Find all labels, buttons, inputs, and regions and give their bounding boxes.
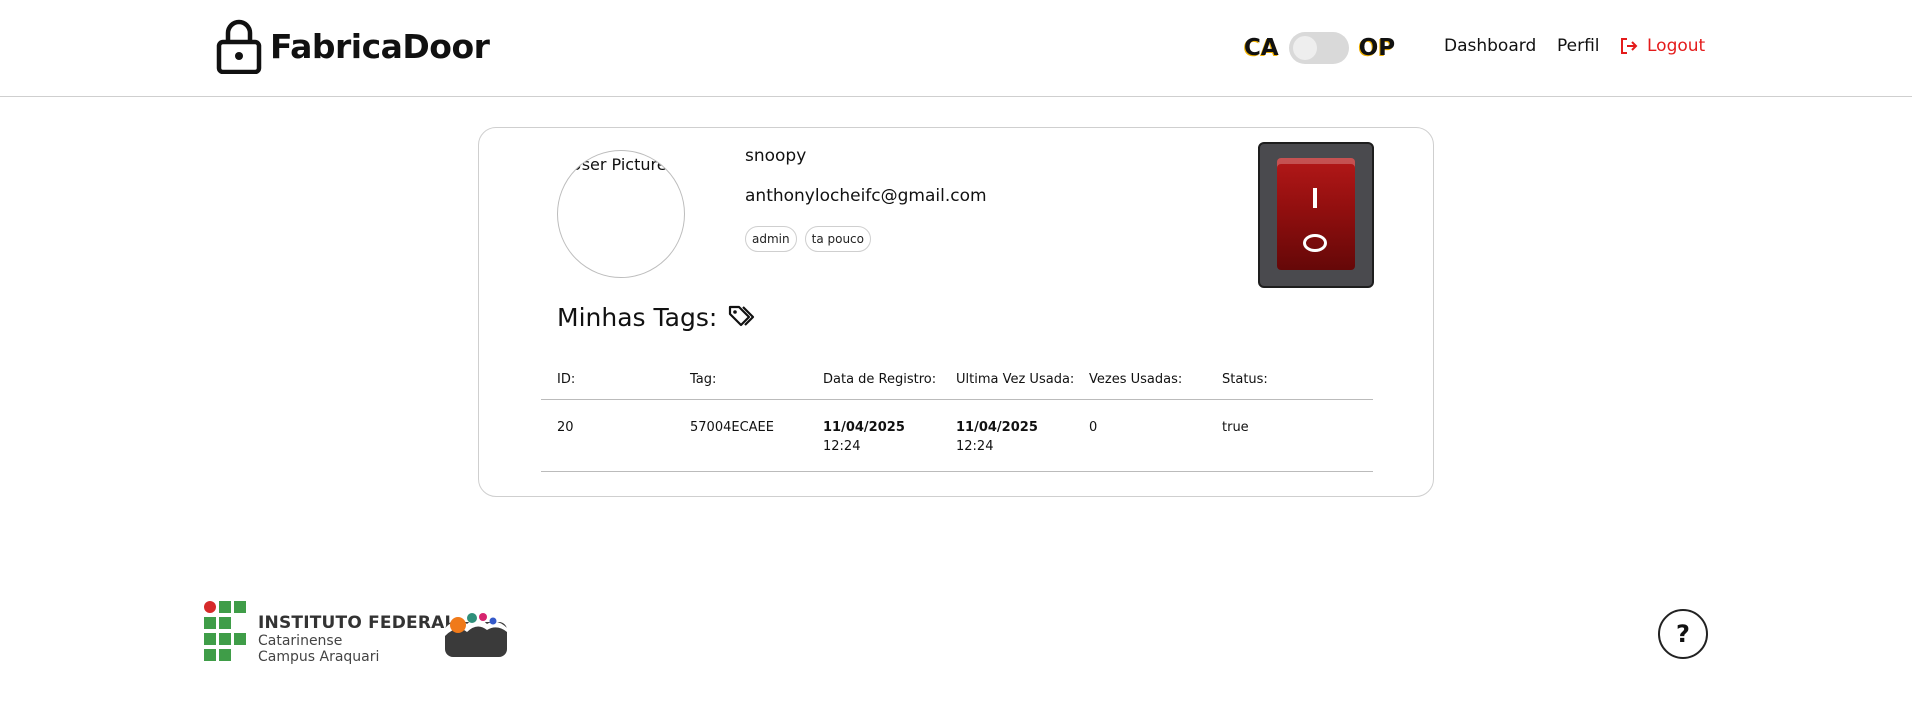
- cell-status: true: [1222, 420, 1249, 435]
- cell-registered: 11/04/2025 12:24: [823, 420, 905, 454]
- table-row: 20 57004ECAEE 11/04/2025 12:24 11/04/202…: [541, 400, 1373, 472]
- toggle-knob: [1292, 36, 1317, 60]
- tags-table: ID: Tag: Data de Registro: Ultima Vez Us…: [541, 358, 1373, 472]
- col-id: ID:: [557, 372, 576, 387]
- logout-icon: [1621, 38, 1638, 54]
- role-badges: admin ta pouco: [745, 226, 879, 252]
- switch-on-icon: [1313, 188, 1317, 208]
- col-last-used: Ultima Vez Usada:: [956, 372, 1075, 387]
- door-power-switch[interactable]: [1258, 142, 1374, 288]
- mode-label-ca: CA: [1244, 35, 1279, 61]
- last-used-date: 11/04/2025: [956, 420, 1038, 435]
- fabrica-de-software-logo: [445, 613, 507, 657]
- ifc-logo: INSTITUTO FEDERAL Catarinense Campus Ara…: [204, 601, 456, 665]
- brand-name: FabricaDoor: [270, 26, 490, 66]
- col-registered: Data de Registro:: [823, 372, 937, 387]
- lock-icon: [216, 19, 262, 74]
- ifc-campus: Campus Araquari: [258, 649, 380, 665]
- user-email: anthonylocheifc@gmail.com: [745, 186, 987, 206]
- col-tag: Tag:: [690, 372, 717, 387]
- ifc-subtitle: Catarinense: [258, 633, 343, 649]
- brand-logo[interactable]: FabricaDoor: [216, 18, 490, 74]
- role-badge: ta pouco: [804, 226, 871, 252]
- logout-label: Logout: [1647, 36, 1706, 56]
- mode-label-op: OP: [1358, 35, 1396, 61]
- nav-profile-link[interactable]: Perfil: [1557, 36, 1600, 56]
- username: snoopy: [745, 146, 807, 166]
- logout-button[interactable]: Logout: [1619, 36, 1705, 56]
- nav-dashboard-link[interactable]: Dashboard: [1444, 36, 1536, 56]
- switch-off-icon: [1303, 234, 1327, 252]
- cell-times-used: 0: [1089, 420, 1098, 435]
- mode-toggle-switch[interactable]: [1288, 32, 1349, 64]
- switch-rocker: [1277, 158, 1355, 270]
- registered-time: 12:24: [823, 439, 861, 454]
- col-times-used: Vezes Usadas:: [1089, 372, 1183, 387]
- avatar: User Picture: [557, 150, 685, 278]
- tags-title-text: Minhas Tags:: [557, 302, 718, 332]
- tags-section-title: Minhas Tags:: [557, 302, 757, 332]
- ifc-grid-icon: [204, 601, 246, 661]
- help-button[interactable]: ?: [1658, 609, 1708, 659]
- cell-id: 20: [557, 420, 574, 435]
- mode-toggle-group: CA OP: [1244, 32, 1395, 64]
- role-badge: admin: [745, 226, 797, 252]
- cell-tag: 57004ECAEE: [690, 420, 774, 435]
- tags-icon: [729, 305, 755, 327]
- ifc-name: INSTITUTO FEDERAL: [258, 613, 456, 633]
- table-header: ID: Tag: Data de Registro: Ultima Vez Us…: [541, 358, 1373, 400]
- registered-date: 11/04/2025: [823, 420, 905, 435]
- cell-last-used: 11/04/2025 12:24: [956, 420, 1038, 454]
- avatar-alt-text: User Picture: [570, 155, 667, 174]
- col-status: Status:: [1222, 372, 1268, 387]
- ifc-text: INSTITUTO FEDERAL Catarinense Campus Ara…: [258, 613, 456, 665]
- top-navbar: FabricaDoor CA OP Dashboard Perfil Logou…: [0, 0, 1912, 97]
- profile-card: User Picture snoopy anthonylocheifc@gmai…: [478, 127, 1434, 497]
- last-used-time: 12:24: [956, 439, 994, 454]
